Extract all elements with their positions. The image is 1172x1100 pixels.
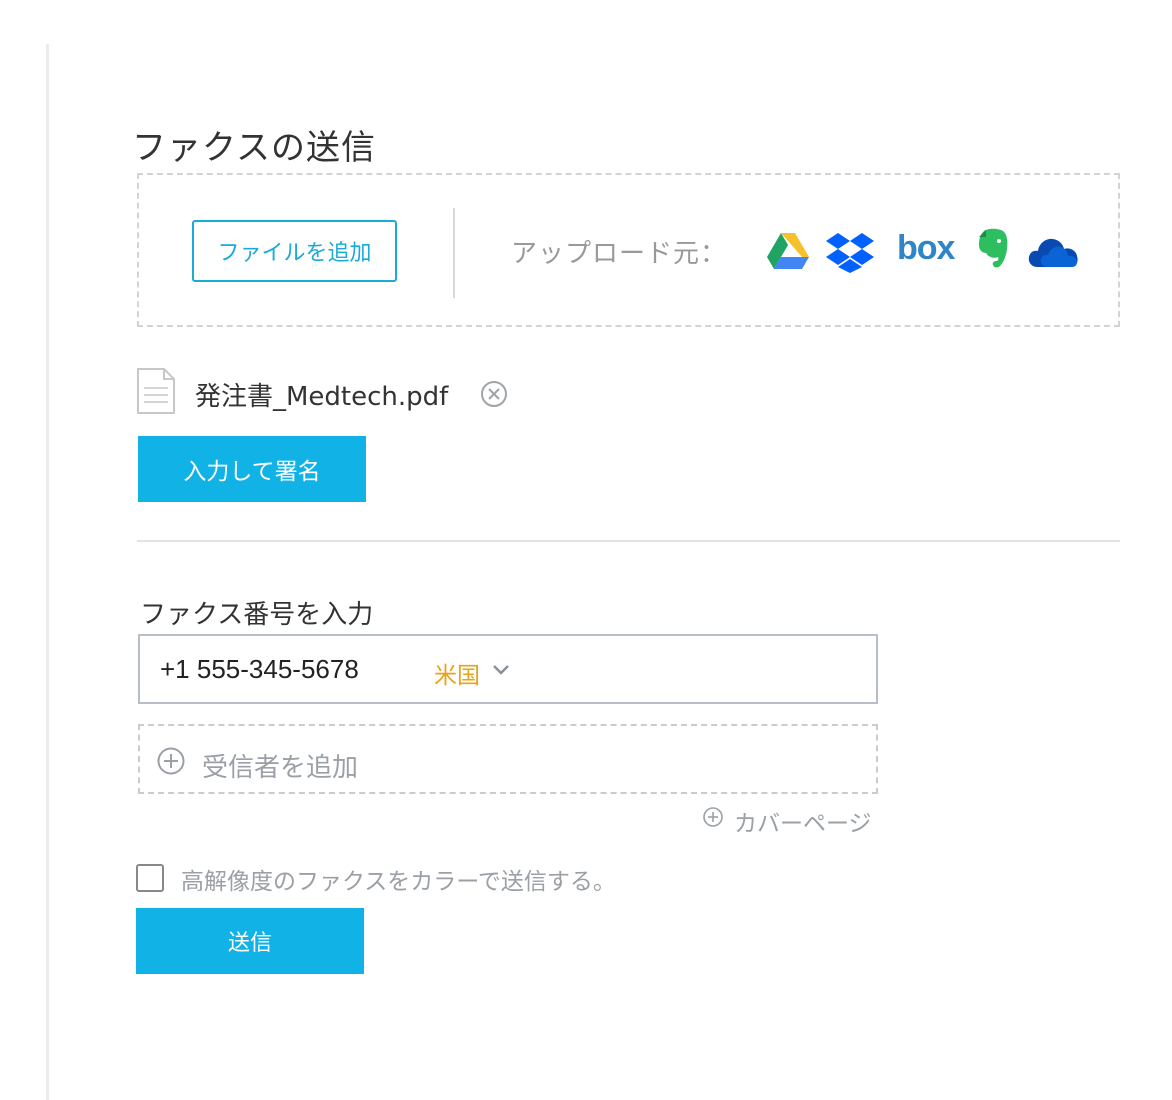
add-recipient-label: 受信者を追加 — [202, 753, 359, 783]
file-name: 発注書_Medtech.pdf — [195, 382, 449, 412]
fax-number-value[interactable]: +1 555-345-5678 — [160, 654, 359, 685]
upload-drop-zone[interactable]: ファイルを追加 アップロード元： box — [137, 173, 1120, 327]
add-recipient-button[interactable]: 受信者を追加 — [138, 724, 878, 794]
hd-color-option: 高解像度のファクスをカラーで送信する。 — [136, 862, 736, 895]
box-icon[interactable]: box — [897, 229, 955, 269]
dropbox-icon[interactable] — [826, 231, 874, 273]
section-divider — [137, 540, 1120, 542]
chevron-down-icon[interactable] — [492, 662, 510, 681]
send-button[interactable]: 送信 — [136, 908, 364, 974]
page-title: ファクスの送信 — [132, 128, 376, 168]
box-logo-text: box — [897, 229, 955, 267]
hd-color-checkbox[interactable] — [136, 864, 164, 892]
divider — [453, 208, 455, 298]
hd-color-label[interactable]: 高解像度のファクスをカラーで送信する。 — [181, 862, 616, 896]
attached-file: 発注書_Medtech.pdf — [137, 366, 637, 414]
add-file-button[interactable]: ファイルを追加 — [192, 220, 397, 282]
evernote-icon[interactable] — [976, 227, 1010, 268]
country-select[interactable]: 米国 — [434, 656, 480, 690]
google-drive-icon[interactable] — [766, 231, 810, 271]
remove-file-icon[interactable] — [480, 380, 508, 412]
fax-number-label: ファクス番号を入力 — [140, 600, 374, 630]
fax-number-field[interactable]: +1 555-345-5678 米国 — [138, 634, 878, 704]
send-fax-panel: ファクスの送信 ファイルを追加 アップロード元： box 発注書_Medtech… — [0, 0, 1172, 1100]
onedrive-icon[interactable] — [1028, 233, 1080, 273]
plus-circle-icon — [156, 746, 186, 780]
plus-circle-icon — [702, 806, 724, 832]
fill-and-sign-button[interactable]: 入力して署名 — [138, 436, 366, 502]
document-icon — [137, 368, 175, 418]
cover-page-label: カバーページ — [734, 811, 872, 837]
upload-from-label: アップロード元： — [511, 239, 728, 269]
